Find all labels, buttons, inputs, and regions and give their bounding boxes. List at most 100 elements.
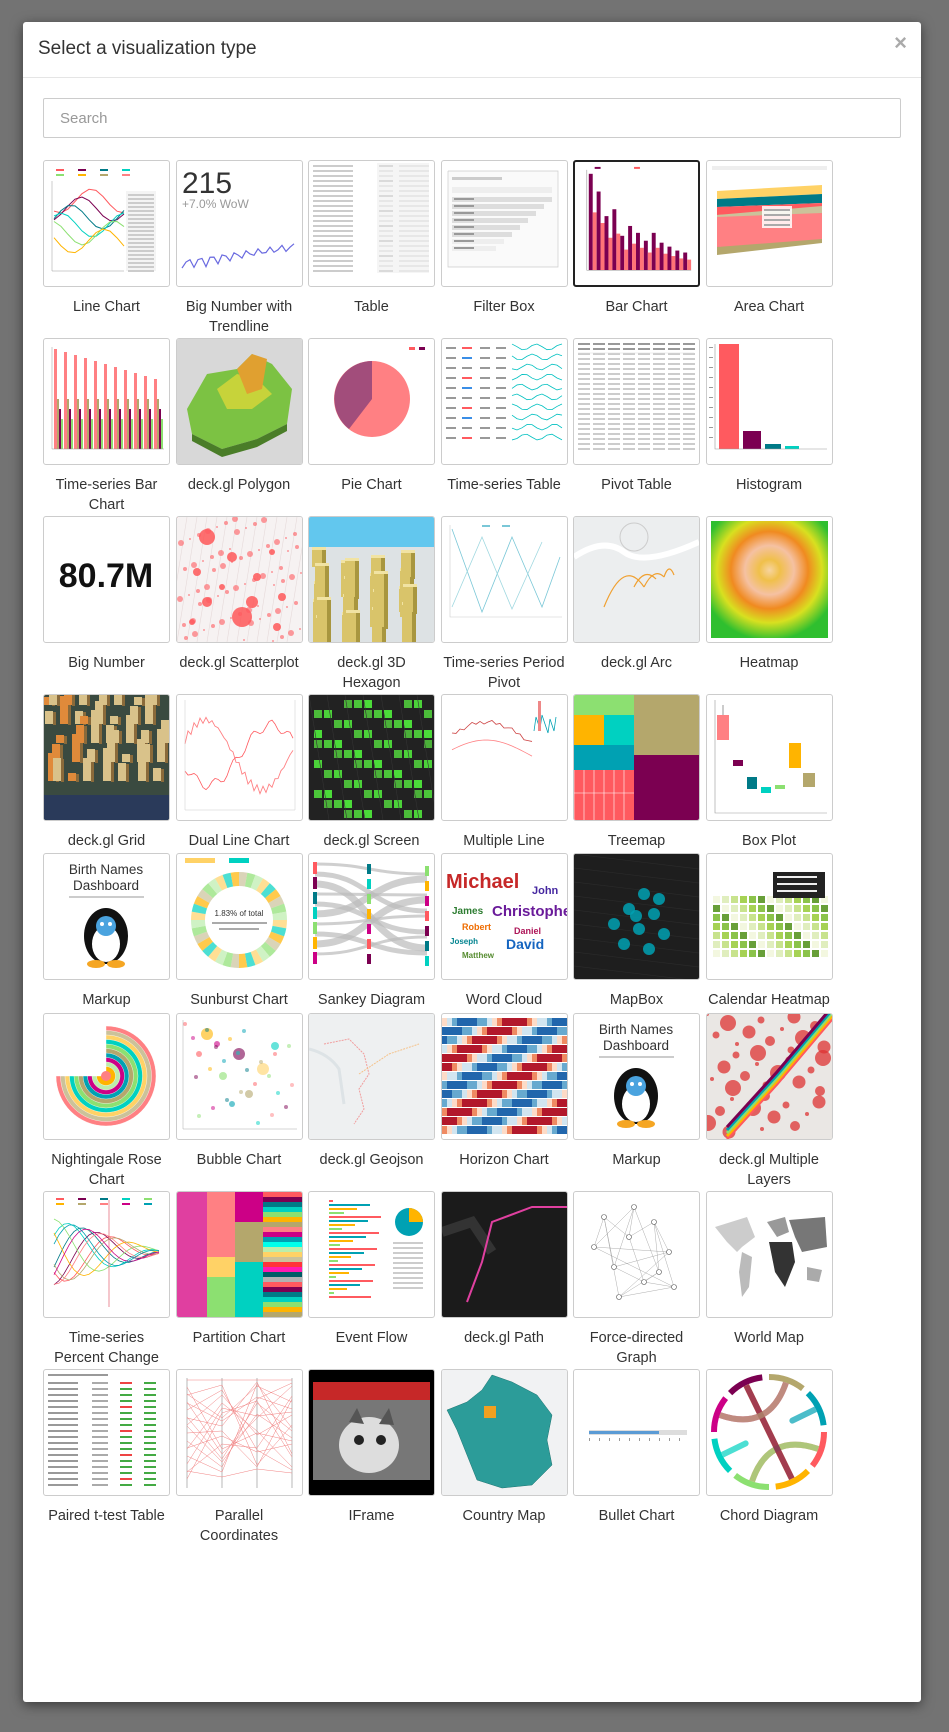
viz-tile-heatmap[interactable]: Heatmap bbox=[705, 516, 833, 673]
viz-tile-tstable[interactable]: Time-series Table bbox=[440, 338, 568, 495]
viz-tile-path[interactable]: deck.gl Path bbox=[440, 1191, 568, 1348]
viz-tile-parallel[interactable]: Parallel Coordinates bbox=[175, 1369, 303, 1546]
viz-thumbnail-calendar[interactable] bbox=[705, 853, 833, 980]
viz-tile-screengrid[interactable]: deck.gl Screen Grid bbox=[308, 694, 435, 871]
viz-thumbnail-bignum-trend[interactable]: 215 +7.0% WoW bbox=[175, 160, 303, 287]
viz-tile-boxplot[interactable]: Box Plot bbox=[705, 694, 833, 851]
viz-tile-iframe[interactable]: IFrame bbox=[308, 1369, 435, 1526]
viz-thumbnail-boxplot[interactable] bbox=[705, 694, 833, 821]
viz-thumbnail-force[interactable] bbox=[573, 1191, 700, 1318]
viz-thumbnail-partition[interactable] bbox=[175, 1191, 303, 1318]
viz-tile-multiline[interactable]: Multiple Line Charts bbox=[440, 694, 568, 871]
viz-tile-force[interactable]: Force-directed Graph bbox=[573, 1191, 700, 1368]
viz-thumbnail-countrymap[interactable] bbox=[440, 1369, 568, 1496]
viz-thumbnail-ttest[interactable] bbox=[43, 1369, 170, 1496]
viz-tile-geojson[interactable]: deck.gl Geojson bbox=[308, 1013, 435, 1170]
viz-thumbnail-geojson[interactable] bbox=[308, 1013, 435, 1140]
viz-thumbnail-table[interactable] bbox=[308, 160, 435, 287]
viz-tile-pivot[interactable]: Pivot Table bbox=[573, 338, 700, 495]
viz-tile-wordcloud[interactable]: Michael Christopher David James Robert Daniel… bbox=[440, 853, 568, 1010]
viz-thumbnail-area[interactable] bbox=[705, 160, 833, 287]
viz-thumbnail-rose[interactable] bbox=[43, 1013, 170, 1140]
svg-text:1.83% of total: 1.83% of total bbox=[214, 909, 263, 918]
viz-tile-grid3d[interactable]: deck.gl Grid bbox=[43, 694, 170, 851]
viz-tile-line[interactable]: Line Chart bbox=[43, 160, 170, 317]
viz-thumbnail-arc[interactable] bbox=[573, 516, 700, 643]
viz-thumbnail-grid3d[interactable] bbox=[43, 694, 170, 821]
viz-thumbnail-iframe[interactable] bbox=[308, 1369, 435, 1496]
viz-tile-multilayer[interactable]: deck.gl Multiple Layers bbox=[705, 1013, 833, 1190]
viz-tile-bullet[interactable]: Bullet Chart bbox=[573, 1369, 700, 1526]
viz-thumbnail-path[interactable] bbox=[440, 1191, 568, 1318]
viz-tile-area[interactable]: Area Chart bbox=[705, 160, 833, 317]
viz-thumbnail-heatmap[interactable] bbox=[705, 516, 833, 643]
viz-thumbnail-multiline[interactable] bbox=[440, 694, 568, 821]
viz-thumbnail-worldmap[interactable] bbox=[705, 1191, 833, 1318]
viz-thumbnail-sunburst[interactable]: 1.83% of total bbox=[175, 853, 303, 980]
viz-tile-label: deck.gl Grid bbox=[67, 833, 146, 849]
viz-tile-bignum-trend[interactable]: 215 +7.0% WoW Big Number with Trendline bbox=[175, 160, 303, 337]
viz-tile-rose[interactable]: Nightingale Rose Chart bbox=[43, 1013, 170, 1190]
viz-thumbnail-sankey[interactable] bbox=[308, 853, 435, 980]
viz-thumbnail-polygon[interactable] bbox=[175, 338, 303, 465]
viz-tile-histogram[interactable]: Histogram bbox=[705, 338, 833, 495]
viz-thumbnail-multilayer[interactable] bbox=[705, 1013, 833, 1140]
viz-tile-table[interactable]: Table bbox=[308, 160, 435, 317]
viz-tile-scatter-map[interactable]: deck.gl Scatterplot bbox=[175, 516, 303, 673]
viz-tile-worldmap[interactable]: World Map bbox=[705, 1191, 833, 1348]
viz-tile-sankey[interactable]: Sankey Diagram bbox=[308, 853, 435, 1010]
viz-tile-chord[interactable]: Chord Diagram bbox=[705, 1369, 833, 1526]
viz-thumbnail-tstable[interactable] bbox=[440, 338, 568, 465]
viz-thumbnail-screengrid[interactable] bbox=[308, 694, 435, 821]
viz-thumbnail-bar[interactable] bbox=[573, 160, 700, 287]
viz-thumbnail-pctchange[interactable] bbox=[43, 1191, 170, 1318]
viz-thumbnail-wordcloud[interactable]: Michael Christopher David James Robert Daniel… bbox=[440, 853, 568, 980]
viz-tile-mapbox[interactable]: MapBox bbox=[573, 853, 700, 1010]
viz-thumbnail-treemap[interactable] bbox=[573, 694, 700, 821]
viz-tile-polygon[interactable]: deck.gl Polygon bbox=[175, 338, 303, 495]
viz-tile-filter[interactable]: Filter Box bbox=[440, 160, 568, 317]
viz-thumbnail-chord[interactable] bbox=[705, 1369, 833, 1496]
viz-tile-partition[interactable]: Partition Chart bbox=[175, 1191, 303, 1348]
viz-tile-dualline[interactable]: Dual Line Chart bbox=[175, 694, 303, 851]
viz-thumbnail-hexagon[interactable] bbox=[308, 516, 435, 643]
viz-tile-markup[interactable]: Birth Names Dashboard Markup bbox=[573, 1013, 700, 1170]
viz-thumbnail-bullet[interactable] bbox=[573, 1369, 700, 1496]
viz-tile-pctchange[interactable]: Time-series Percent Change bbox=[43, 1191, 170, 1368]
viz-thumbnail-markup[interactable]: Birth Names Dashboard bbox=[573, 1013, 700, 1140]
viz-thumbnail-bubble[interactable] bbox=[175, 1013, 303, 1140]
viz-thumbnail-parallel[interactable] bbox=[175, 1369, 303, 1496]
viz-tile-period[interactable]: Time-series Period Pivot bbox=[440, 516, 568, 693]
viz-thumbnail-eventflow[interactable] bbox=[308, 1191, 435, 1318]
viz-tile-markup[interactable]: Birth Names Dashboard Markup bbox=[43, 853, 170, 1010]
viz-tile-horizon[interactable]: Horizon Chart bbox=[440, 1013, 568, 1170]
viz-thumbnail-scatter-map[interactable] bbox=[175, 516, 303, 643]
viz-thumbnail-horizon[interactable] bbox=[440, 1013, 568, 1140]
viz-thumbnail-bignum[interactable]: 80.7M bbox=[43, 516, 170, 643]
viz-thumbnail-mapbox[interactable] bbox=[573, 853, 700, 980]
viz-thumbnail-pie[interactable] bbox=[308, 338, 435, 465]
viz-tile-bubble[interactable]: Bubble Chart bbox=[175, 1013, 303, 1170]
viz-thumbnail-line[interactable] bbox=[43, 160, 170, 287]
viz-tile-calendar[interactable]: Calendar Heatmap bbox=[705, 853, 833, 1010]
viz-tile-sunburst[interactable]: 1.83% of total Sunburst Chart bbox=[175, 853, 303, 1010]
search-input[interactable] bbox=[43, 98, 901, 138]
viz-tile-countrymap[interactable]: Country Map bbox=[440, 1369, 568, 1526]
close-icon[interactable]: × bbox=[894, 32, 907, 54]
viz-tile-treemap[interactable]: Treemap bbox=[573, 694, 700, 851]
viz-tile-pie[interactable]: Pie Chart bbox=[308, 338, 435, 495]
viz-thumbnail-tsbar[interactable] bbox=[43, 338, 170, 465]
viz-thumbnail-dualline[interactable] bbox=[175, 694, 303, 821]
viz-tile-eventflow[interactable]: Event Flow bbox=[308, 1191, 435, 1348]
viz-tile-hexagon[interactable]: deck.gl 3D Hexagon bbox=[308, 516, 435, 693]
viz-tile-ttest[interactable]: Paired t-test Table bbox=[43, 1369, 170, 1526]
viz-thumbnail-period[interactable] bbox=[440, 516, 568, 643]
viz-thumbnail-pivot[interactable] bbox=[573, 338, 700, 465]
viz-thumbnail-histogram[interactable] bbox=[705, 338, 833, 465]
viz-tile-bar[interactable]: Bar Chart bbox=[573, 160, 700, 317]
viz-tile-tsbar[interactable]: Time-series Bar Chart bbox=[43, 338, 170, 515]
viz-tile-bignum[interactable]: 80.7M Big Number bbox=[43, 516, 170, 673]
viz-tile-arc[interactable]: deck.gl Arc bbox=[573, 516, 700, 673]
viz-thumbnail-markup[interactable]: Birth Names Dashboard bbox=[43, 853, 170, 980]
viz-thumbnail-filter[interactable] bbox=[440, 160, 568, 287]
